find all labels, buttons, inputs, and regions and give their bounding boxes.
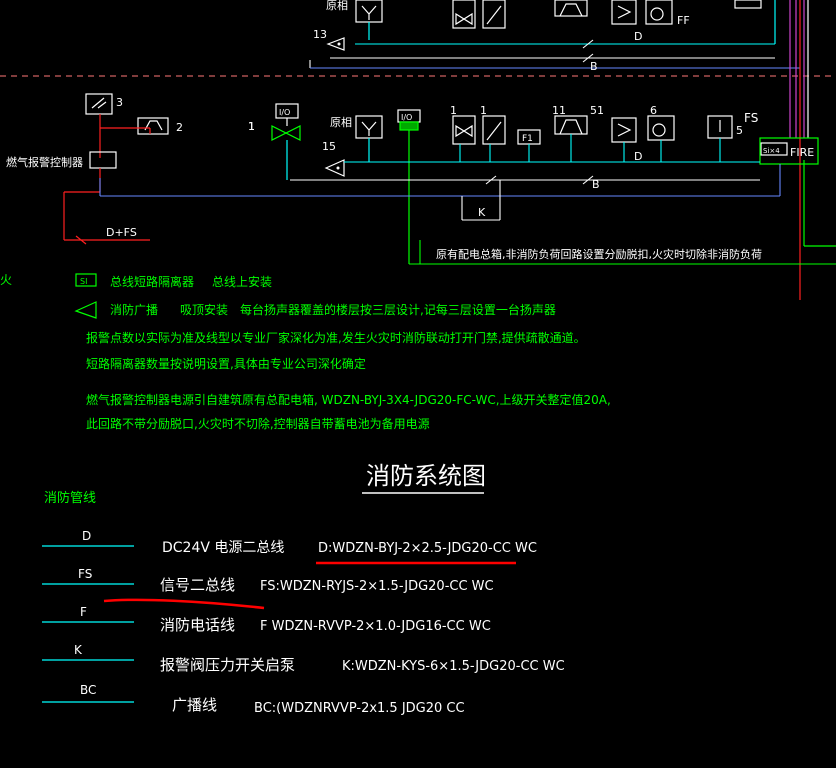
ff-label: FF <box>677 14 690 27</box>
broadcast-legend-desc: 消防广播 <box>110 302 158 317</box>
si-legend-desc: 总线短路隔离器 <box>110 274 194 289</box>
heat-detector-top <box>611 0 637 25</box>
si-legend-mount: 总线上安装 <box>212 274 272 289</box>
legend-desc-fs: 信号二总线 <box>160 576 235 594</box>
legend-row-fs: FS 信号二总线 FS:WDZN-RYJS-2×1.5-JDG20-CC WC <box>42 567 494 594</box>
count-1a: 1 <box>450 104 457 117</box>
note-line-4: 此回路不带分励脱口,火灾时不切除,控制器自带蓄电池为备用电源 <box>86 416 430 431</box>
legend-spec-d: D:WDZN-BYJ-2×2.5-JDG20-CC WC <box>318 541 537 556</box>
module-top <box>734 0 762 9</box>
d-fs-label: D+FS <box>106 226 137 239</box>
svg-text:13: 13 <box>313 28 327 41</box>
legend-desc-f: 消防电话线 <box>160 616 235 634</box>
bell-symbol <box>554 115 588 135</box>
note-line-2: 短路隔离器数量按说明设置,具体由专业公司深化确定 <box>86 356 366 371</box>
signal-valve-symbol <box>271 125 301 141</box>
diagram-title: 消防系统图 <box>366 462 486 490</box>
si-legend-symbol-text: SI <box>80 277 87 286</box>
legend-row-d: D DC24V 电源二总线 D:WDZN-BYJ-2×2.5-JDG20-CC … <box>42 529 537 556</box>
bell-symbol-top <box>554 0 588 17</box>
bus-d-top-label: D <box>634 30 642 43</box>
fire-system-diagram: 原相 FF 13 D B 3 2 1 燃气报警控制器 D+FS I/O I/O … <box>0 0 836 716</box>
legend-row-f: F 消防电话线 F WDZN-RVVP-2×1.0-JDG16-CC WC <box>42 605 491 634</box>
smoke-horn-symbol <box>647 115 675 141</box>
count-5: 5 <box>736 124 743 137</box>
switch-symbol-top <box>482 0 506 29</box>
green-module <box>399 121 419 131</box>
top-device-row: 原相 FF <box>326 0 762 40</box>
legend-code-d: D <box>82 529 91 543</box>
gas-count-3: 3 <box>116 96 123 109</box>
gas-count-2: 2 <box>176 121 183 134</box>
red-annotation-stroke-fs <box>103 598 265 610</box>
legend-code-fs: FS <box>78 567 92 581</box>
notes-section: SI 总线短路隔离器 总线上安装 消防广播 吸顶安装 每台扬声器覆盖的楼层按三层… <box>74 273 611 431</box>
legend-header: 消防管线 <box>44 490 96 506</box>
count-6: 6 <box>650 104 657 117</box>
legend-desc-bc: 广播线 <box>172 696 217 714</box>
fire-panel-label: FIRE <box>790 146 814 159</box>
top-cut-label: 原相 <box>326 0 348 12</box>
io-module-1-label: I/O <box>279 108 290 117</box>
broadcast-legend-symbol <box>74 301 97 319</box>
f1-label: F1 <box>522 134 533 144</box>
switch-symbol <box>482 115 506 145</box>
count-51: 51 <box>590 104 604 117</box>
note-line-3: 燃气报警控制器电源引自建筑原有总配电箱, WDZN-BYJ-3X4-JDG20-… <box>86 392 611 407</box>
io-module-2-label: I/O <box>401 113 412 122</box>
top-buses <box>309 39 800 69</box>
gas-alarm-section <box>63 93 169 245</box>
bus-b-label: B <box>592 178 600 191</box>
legend-spec-k: K:WDZN-KYS-6×1.5-JDG20-CC WC <box>342 659 565 674</box>
legend-spec-f: F WDZN-RVVP-2×1.0-JDG16-CC WC <box>260 619 491 634</box>
legend-row-bc: BC 广播线 BC:(WDZNRVVP-2x1.5 JDG20 CC <box>42 683 465 716</box>
short-isolator-label: Si×4 <box>763 147 780 155</box>
broadcast-legend-mount: 吸顶安装 <box>180 302 228 317</box>
legend-code-bc: BC <box>80 683 96 697</box>
count-11: 11 <box>552 104 566 117</box>
main-buses <box>99 134 836 265</box>
broadcast-legend-note: 每台扬声器覆盖的楼层按三层设计,记每三层设置一台扬声器 <box>240 302 556 317</box>
legend-spec-fs: FS:WDZN-RYJS-2×1.5-JDG20-CC WC <box>260 579 494 594</box>
legend-spec-bc: BC:(WDZNRVVP-2x1.5 JDG20 CC <box>254 701 465 716</box>
existing-label: 原相 <box>330 116 352 129</box>
legend-code-k: K <box>74 643 83 657</box>
gas-controller-label: 燃气报警控制器 <box>6 155 83 169</box>
bus-b-top-label: B <box>590 60 598 73</box>
smoke-horn-top <box>645 0 673 25</box>
gas-controller-box <box>89 151 117 169</box>
legend-desc-d: DC24V 电源二总线 <box>162 540 284 556</box>
legend-row-k: K 报警阀压力开关启泵 K:WDZN-KYS-6×1.5-JDG20-CC WC <box>42 643 565 674</box>
gas-detector-symbol <box>85 93 113 115</box>
count-15: 15 <box>322 140 336 153</box>
edge-char: 火 <box>0 273 12 287</box>
distribution-note: 原有配电总箱,非消防负荷回路设置分励脱扣,火灾时切除非消防负荷 <box>436 247 762 261</box>
fs-label: FS <box>744 111 758 125</box>
heat-detector-symbol <box>611 117 637 143</box>
top-count-13: 13 <box>313 28 345 51</box>
count-1-main: 1 <box>248 120 255 133</box>
note-line-1: 报警点数以实际为准及线型以专业厂家深化为准,发生火灾时消防联动打开门禁,提供疏散… <box>86 330 586 345</box>
legend-code-f: F <box>80 605 87 619</box>
bus-k-label: K <box>478 206 486 219</box>
legend-desc-k: 报警阀压力开关启泵 <box>160 656 295 674</box>
bus-d-label: D <box>634 150 642 163</box>
broadcast-speaker-symbol <box>324 159 345 177</box>
count-1b: 1 <box>480 104 487 117</box>
